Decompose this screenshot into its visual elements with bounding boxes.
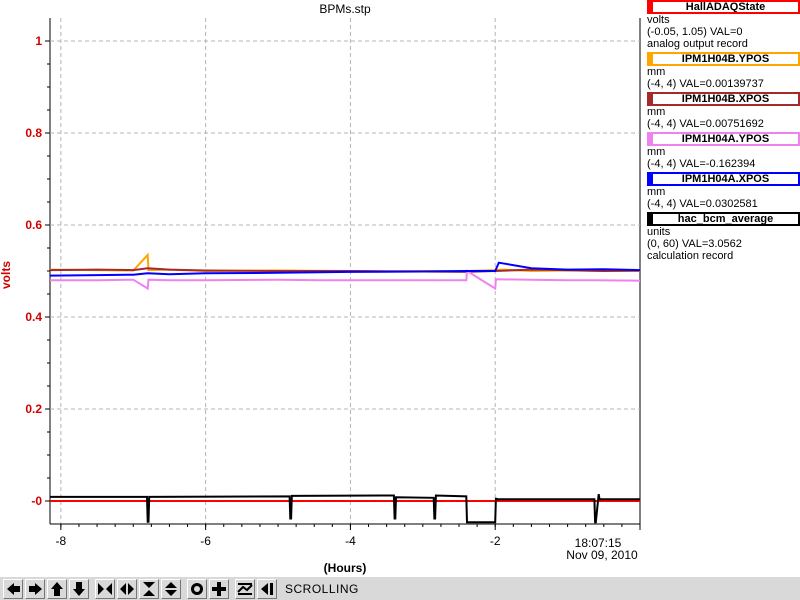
pan-up-icon <box>51 581 63 596</box>
toolbar: SCROLLING <box>0 576 800 600</box>
scroll-back-button[interactable] <box>257 578 277 599</box>
zoom-in-y-icon <box>143 581 155 596</box>
legend-entry: hac_bcm_average units (0, 60) VAL=3.0562 ca… <box>647 212 800 262</box>
legend-range: (0, 60) VAL=3.0562 <box>647 238 742 250</box>
pan-right-icon <box>29 582 42 595</box>
legend-units: volts <box>647 14 670 26</box>
mode-label: SCROLLING <box>285 581 359 596</box>
legend-range: (-0.05, 1.05) VAL=0 <box>647 26 743 38</box>
y-axis-label: volts <box>0 261 13 289</box>
legend-desc: analog output record <box>647 38 748 50</box>
y-tick-label: 1 <box>35 34 42 48</box>
legend-entry: IPM1H04A.YPOS mm (-4, 4) VAL=-0.162394 <box>647 132 800 170</box>
legend-range: (-4, 4) VAL=0.00751692 <box>647 118 764 130</box>
series-line-hac-bcm-average <box>50 493 640 524</box>
y-tick-label: 0.4 <box>25 310 42 324</box>
zoom-out-y-icon <box>165 581 177 596</box>
x-tick-label: -2 <box>490 534 501 548</box>
x-tick-label: -4 <box>345 534 356 548</box>
legend-channel-button[interactable]: IPM1H04B.YPOS <box>647 52 800 66</box>
y-tick-label: 0.6 <box>25 218 42 232</box>
legend-entry: IPM1H04A.XPOS mm (-4, 4) VAL=0.0302581 <box>647 172 800 210</box>
pan-left-button[interactable] <box>3 578 23 599</box>
y-tick-label: 0.8 <box>25 126 42 140</box>
legend-desc: calculation record <box>647 250 734 262</box>
legend-range: (-4, 4) VAL=-0.162394 <box>647 158 756 170</box>
pan-right-button[interactable] <box>25 578 45 599</box>
legend-channel-button[interactable]: hac_bcm_average <box>647 212 800 226</box>
zoom-out-x-icon <box>120 582 134 595</box>
legend-units: mm <box>647 186 666 198</box>
legend-entry: HallADAQState volts (-0.05, 1.05) VAL=0 ana… <box>647 0 800 50</box>
legend-entry: IPM1H04B.XPOS mm (-4, 4) VAL=0.00751692 <box>647 92 800 130</box>
y-tick-label: 0.2 <box>25 402 42 416</box>
x-tick-label: -8 <box>56 534 67 548</box>
scroll-mode-button[interactable] <box>235 578 255 599</box>
zoom-reset-icon <box>212 581 226 596</box>
x-tick-label: -6 <box>200 534 211 548</box>
legend-entry: IPM1H04B.YPOS mm (-4, 4) VAL=0.00139737 <box>647 52 800 90</box>
legend-channel-button[interactable]: HallADAQState <box>647 0 800 14</box>
auto-scale-button[interactable] <box>187 578 207 599</box>
pan-down-button[interactable] <box>69 578 89 599</box>
scroll-back-icon <box>261 582 273 595</box>
pan-up-button[interactable] <box>47 578 67 599</box>
zoom-in-y-button[interactable] <box>139 578 159 599</box>
legend-range: (-4, 4) VAL=0.0302581 <box>647 198 758 210</box>
zoom-out-y-button[interactable] <box>161 578 181 599</box>
auto-scale-icon <box>191 582 203 595</box>
legend: HallADAQState volts (-0.05, 1.05) VAL=0 ana… <box>647 0 800 264</box>
legend-range: (-4, 4) VAL=0.00139737 <box>647 78 764 90</box>
zoom-out-x-button[interactable] <box>117 578 137 599</box>
legend-channel-button[interactable]: IPM1H04B.XPOS <box>647 92 800 106</box>
zoom-in-x-icon <box>98 582 112 595</box>
legend-units: units <box>647 226 671 238</box>
y-tick-label: -0 <box>31 494 42 508</box>
chart-title: BPMs.stp <box>319 2 371 16</box>
legend-units: mm <box>647 66 666 78</box>
end-date-label: Nov 09, 2010 <box>566 548 638 562</box>
legend-channel-button[interactable]: IPM1H04A.YPOS <box>647 132 800 146</box>
pan-down-icon <box>73 581 85 596</box>
zoom-reset-button[interactable] <box>209 578 229 599</box>
pan-left-icon <box>7 582 20 595</box>
zoom-in-x-button[interactable] <box>95 578 115 599</box>
scroll-mode-icon <box>237 582 253 595</box>
legend-units: mm <box>647 146 666 158</box>
legend-channel-button[interactable]: IPM1H04A.XPOS <box>647 172 800 186</box>
x-axis-label: (Hours) <box>324 561 367 575</box>
legend-units: mm <box>647 106 666 118</box>
